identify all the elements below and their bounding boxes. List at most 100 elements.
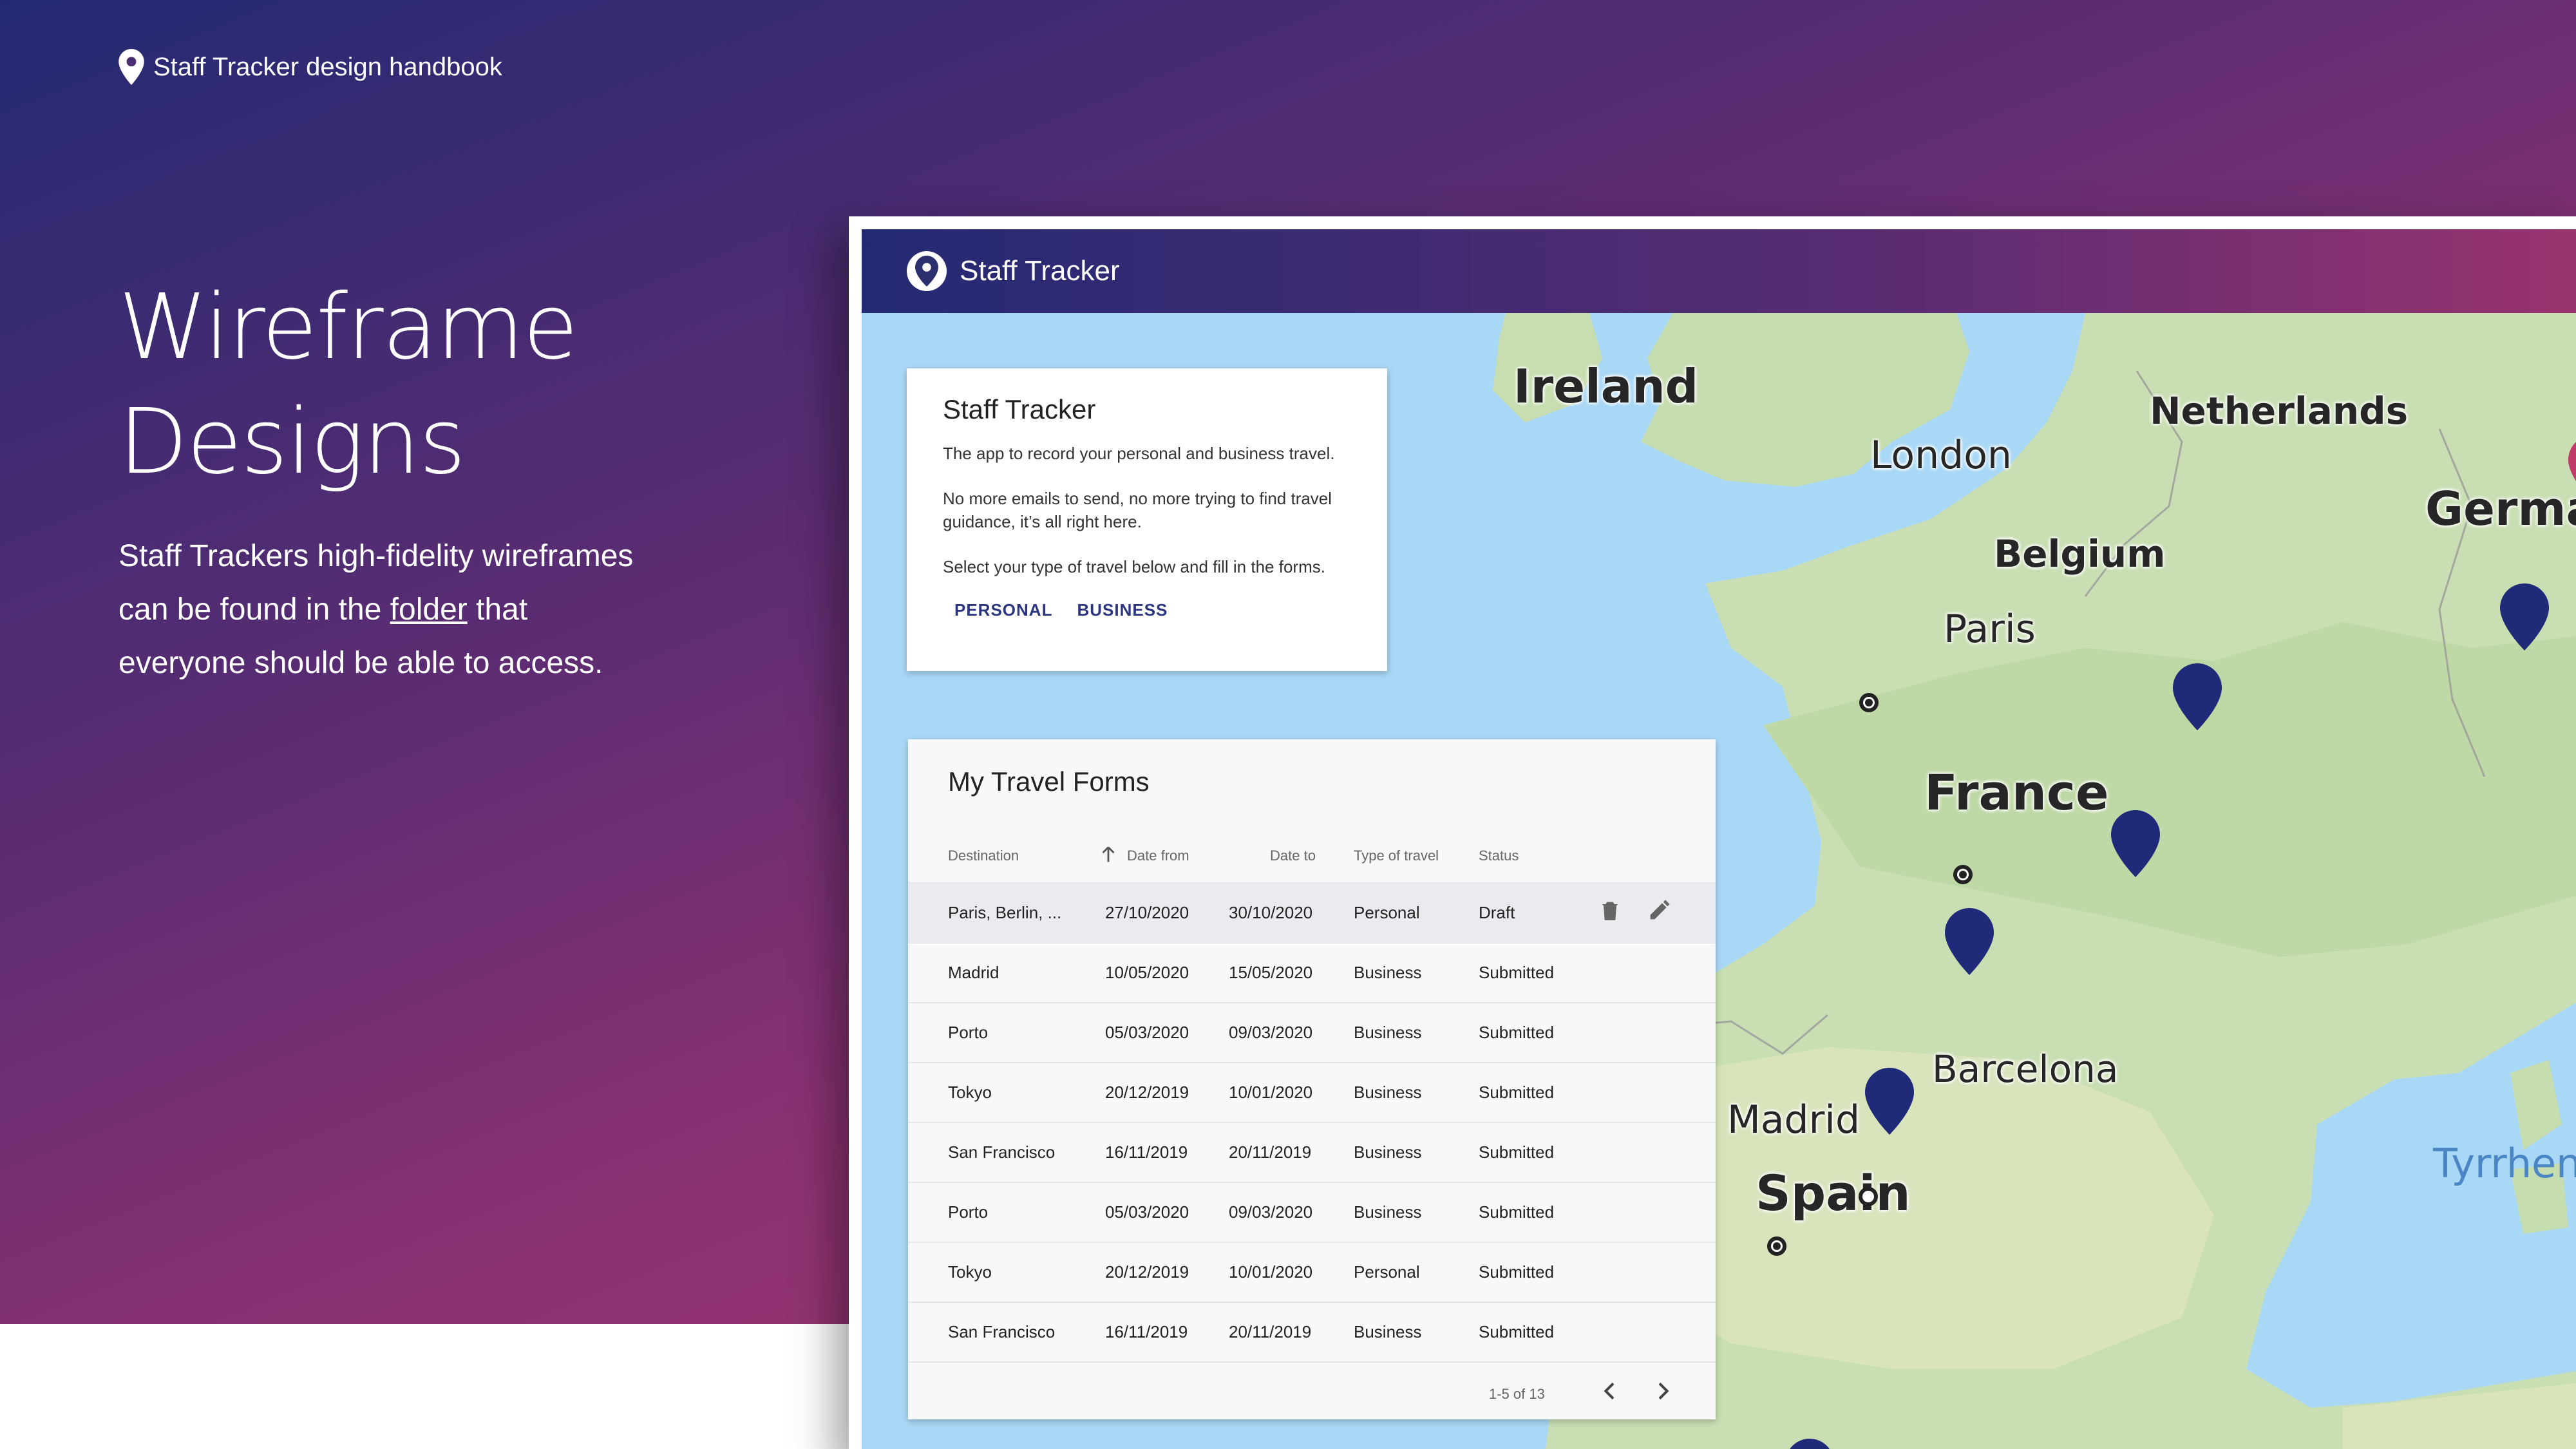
map-label-madrid: Madrid: [1727, 1097, 1861, 1142]
map-label-paris: Paris: [1944, 607, 2036, 652]
cell-date-to: 20/11/2019: [1229, 1322, 1312, 1341]
cell-date-to: 10/01/2020: [1229, 1262, 1313, 1282]
map-pin-icon[interactable]: [2173, 663, 2222, 730]
cell-type: Business: [1354, 1023, 1422, 1042]
map-pin-icon[interactable]: [2111, 810, 2160, 877]
table-body: Paris, Berlin, ... 27/10/2020 30/10/2020…: [908, 882, 1716, 1361]
column-header-destination[interactable]: Destination: [948, 848, 1019, 864]
map-label-belgium: Belgium: [1994, 532, 2166, 576]
cell-type: Personal: [1354, 1262, 1420, 1282]
table-row[interactable]: Madrid 10/05/2020 15/05/2020 Business Su…: [908, 942, 1716, 1002]
chevron-left-icon[interactable]: [1597, 1378, 1623, 1404]
table-row[interactable]: San Francisco 16/11/2019 20/11/2019 Busi…: [908, 1122, 1716, 1182]
personal-button[interactable]: PERSONAL: [954, 600, 1052, 620]
map-pin-icon[interactable]: [2568, 435, 2576, 502]
map-label-germany: Germa: [2425, 482, 2576, 536]
info-card-actions: PERSONAL BUSINESS: [943, 600, 1351, 620]
city-marker-london: [1859, 693, 1879, 712]
city-marker-barcelona: [1859, 1187, 1878, 1206]
cell-date-from: 10/05/2020: [1105, 963, 1189, 982]
cell-status: Submitted: [1479, 1083, 1555, 1102]
page-title-line1: Wireframe: [118, 275, 578, 380]
map-label-netherlands: Netherlands: [2150, 389, 2409, 433]
cell-type: Business: [1354, 963, 1422, 982]
table-row[interactable]: Paris, Berlin, ... 27/10/2020 30/10/2020…: [908, 882, 1716, 942]
map-label-ireland: Ireland: [1513, 359, 1699, 413]
delete-icon[interactable]: [1597, 898, 1623, 923]
chevron-right-icon[interactable]: [1650, 1378, 1676, 1404]
cell-date-from: 05/03/2020: [1105, 1023, 1189, 1042]
map-pin-icon[interactable]: [1865, 1068, 1914, 1135]
info-card-title: Staff Tracker: [943, 394, 1096, 424]
cell-destination: Porto: [948, 1202, 989, 1222]
travel-forms-card: My Travel Forms Destination Date from Da…: [908, 739, 1716, 1419]
map-label-france: France: [1924, 764, 2109, 821]
cell-destination: Madrid: [948, 963, 999, 982]
cell-date-to: 10/01/2020: [1229, 1083, 1313, 1102]
cell-date-from: 27/10/2020: [1105, 903, 1189, 922]
pagination-range: 1-5 of 13: [1489, 1386, 1545, 1402]
cell-status: Submitted: [1479, 963, 1555, 982]
table-row[interactable]: Tokyo 20/12/2019 10/01/2020 Personal Sub…: [908, 1242, 1716, 1302]
column-header-status[interactable]: Status: [1479, 848, 1519, 864]
cell-type: Personal: [1354, 903, 1420, 922]
cell-type: Business: [1354, 1322, 1422, 1341]
column-header-date-from[interactable]: Date from: [1127, 848, 1189, 864]
table-row[interactable]: Porto 05/03/2020 09/03/2020 Business Sub…: [908, 1182, 1716, 1242]
table-header: Destination Date from Date to Type of tr…: [908, 836, 1716, 875]
cell-date-from: 20/12/2019: [1105, 1083, 1189, 1102]
cell-type: Business: [1354, 1202, 1422, 1222]
travel-forms-title: My Travel Forms: [948, 766, 1150, 797]
page-title-line2: Designs: [118, 390, 466, 495]
cell-date-from: 05/03/2020: [1105, 1202, 1189, 1222]
map-pin-icon[interactable]: [1785, 1439, 1834, 1449]
intro-text: Staff Trackers high-fidelity wireframes …: [118, 529, 634, 690]
location-pin-icon: [118, 49, 144, 85]
cell-date-to: 20/11/2019: [1229, 1142, 1312, 1162]
info-card: Staff Tracker The app to record your per…: [907, 368, 1387, 671]
table-row[interactable]: San Francisco 16/11/2019 20/11/2019 Busi…: [908, 1302, 1716, 1361]
cell-destination: Porto: [948, 1023, 989, 1042]
map-pin-icon[interactable]: [2500, 583, 2549, 650]
info-card-text: No more emails to send, no more trying t…: [943, 489, 1332, 531]
cell-date-to: 30/10/2020: [1229, 903, 1313, 922]
arrow-up-icon[interactable]: [1097, 844, 1119, 866]
column-header-date-to[interactable]: Date to: [1270, 848, 1316, 864]
cell-type: Business: [1354, 1083, 1422, 1102]
table-row[interactable]: Porto 05/03/2020 09/03/2020 Business Sub…: [908, 1002, 1716, 1062]
pagination: 1-5 of 13: [908, 1361, 1716, 1419]
map-label-barcelona: Barcelona: [1932, 1047, 2119, 1091]
column-header-type[interactable]: Type of travel: [1354, 848, 1439, 864]
intro-text-start: Staff Trackers high-fidelity wireframes …: [118, 539, 634, 627]
business-button[interactable]: BUSINESS: [1077, 600, 1168, 620]
info-card-text: Select your type of travel below and fil…: [943, 557, 1325, 576]
cell-status: Submitted: [1479, 1202, 1555, 1222]
map-label-spain: Spain: [1756, 1164, 1911, 1222]
folder-link[interactable]: folder: [390, 592, 468, 627]
cell-status: Submitted: [1479, 1142, 1555, 1162]
app-bar: Staff Tracker: [862, 229, 2576, 313]
brand-name: Staff Tracker design handbook: [153, 52, 502, 81]
page-title: Wireframe Designs: [118, 270, 698, 500]
cell-date-from: 20/12/2019: [1105, 1262, 1189, 1282]
app-title: Staff Tracker: [960, 255, 1120, 287]
city-marker-paris: [1953, 865, 1973, 884]
cell-status: Submitted: [1479, 1322, 1555, 1341]
cell-date-from: 16/11/2019: [1105, 1322, 1188, 1341]
cell-date-to: 15/05/2020: [1229, 963, 1313, 982]
map-label-tyrrhenian-sea: Tyrrhen: [2433, 1140, 2576, 1187]
cell-date-from: 16/11/2019: [1105, 1142, 1188, 1162]
cell-destination: San Francisco: [948, 1142, 1056, 1162]
table-row[interactable]: Tokyo 20/12/2019 10/01/2020 Business Sub…: [908, 1062, 1716, 1122]
edit-icon[interactable]: [1646, 898, 1672, 923]
cell-date-to: 09/03/2020: [1229, 1202, 1313, 1222]
city-marker-madrid: [1767, 1236, 1786, 1256]
cell-status: Submitted: [1479, 1262, 1555, 1282]
map-pin-icon[interactable]: [1945, 908, 1994, 975]
cell-destination: San Francisco: [948, 1322, 1056, 1341]
app-logo-icon: [907, 251, 947, 291]
brand[interactable]: Staff Tracker design handbook: [118, 46, 502, 88]
cell-status: Submitted: [1479, 1023, 1555, 1042]
cell-destination: Tokyo: [948, 1083, 992, 1102]
info-card-text: The app to record your personal and busi…: [943, 444, 1335, 463]
